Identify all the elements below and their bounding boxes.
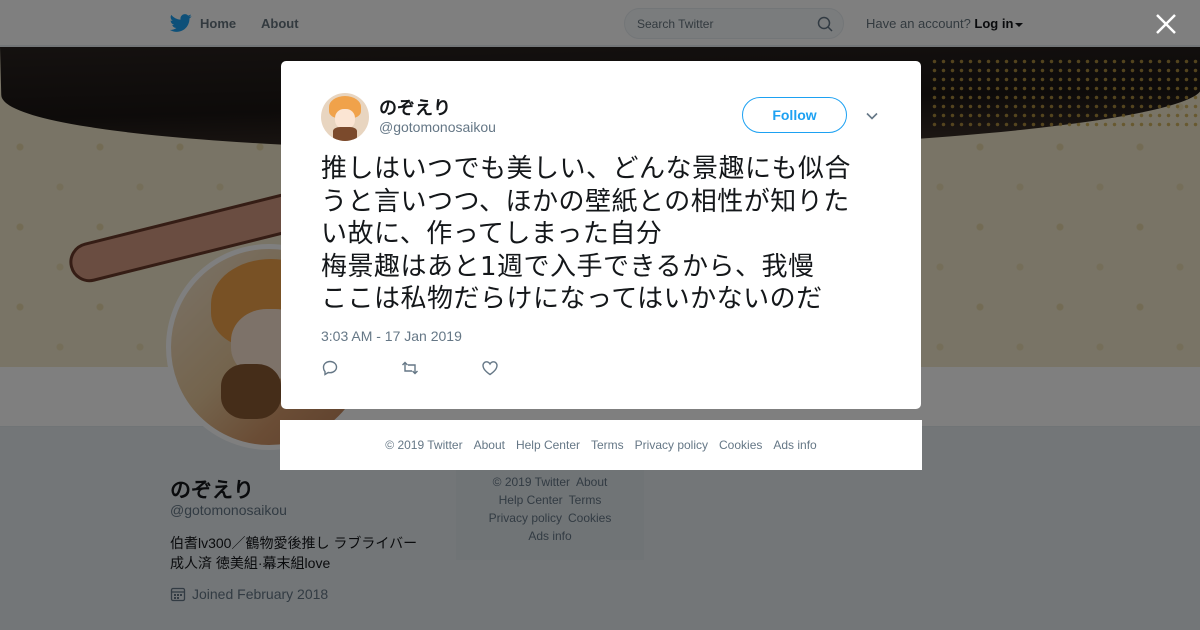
tweet-author-avatar[interactable] [321,93,369,141]
follow-button[interactable]: Follow [742,97,847,133]
tweet-actions [321,359,561,379]
like-icon [482,361,498,376]
close-icon[interactable] [1154,12,1178,36]
footer-cookies[interactable]: Cookies [719,438,762,452]
retweet-icon [402,361,418,375]
tweet-author-handle[interactable]: @gotomonosaikou [379,119,496,135]
footer-about[interactable]: About [474,438,505,452]
tweet-text: 推しはいつでも美しい、どんな景趣にも似合 うと言いつつ、ほかの壁紙との相性が知り… [321,154,852,314]
footer-terms[interactable]: Terms [591,438,624,452]
footer-ads[interactable]: Ads info [773,438,816,452]
like-button[interactable] [481,359,561,379]
tweet-timestamp[interactable]: 3:03 AM - 17 Jan 2019 [321,328,462,344]
footer-privacy[interactable]: Privacy policy [635,438,708,452]
tweet-card: のぞえり @gotomonosaikou Follow 推しはいつでも美しい、ど… [281,61,921,409]
modal-footer: © 2019 Twitter About Help Center Terms P… [280,420,922,470]
reply-button[interactable] [321,359,401,379]
chevron-down-icon[interactable] [865,109,879,123]
reply-icon [322,360,338,376]
tweet-author-name[interactable]: のぞえり [379,94,451,120]
footer-help[interactable]: Help Center [516,438,580,452]
footer-copyright: © 2019 Twitter [385,438,463,452]
retweet-button[interactable] [401,359,481,379]
